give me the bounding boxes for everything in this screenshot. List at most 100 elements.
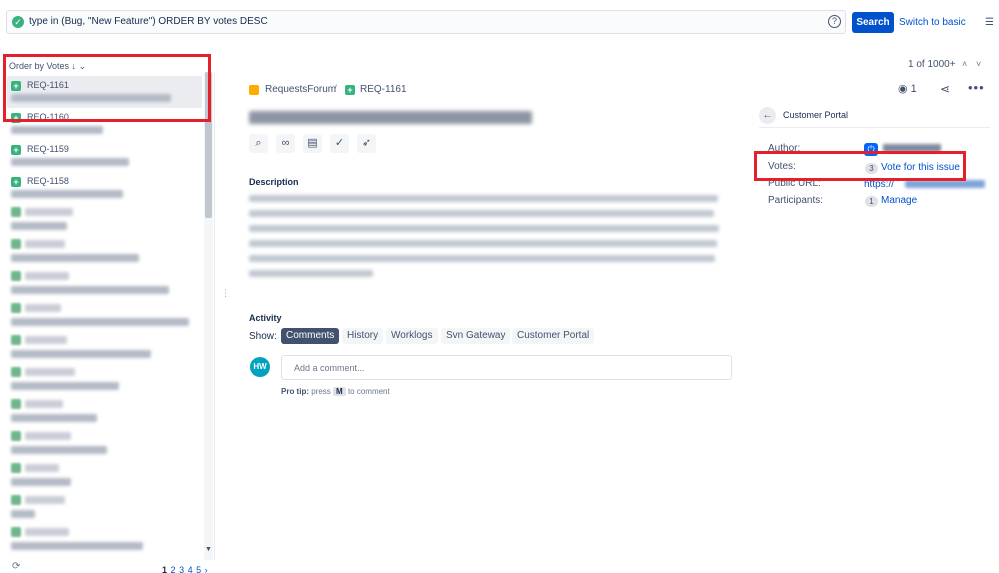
share-icon[interactable]: ⋖ xyxy=(940,82,950,96)
jql-search-bar[interactable]: ✓ type in (Bug, "New Feature") ORDER BY … xyxy=(6,10,846,34)
list-item[interactable] xyxy=(7,492,202,524)
tab-worklogs[interactable]: Worklogs xyxy=(386,328,438,344)
back-arrow-icon[interactable]: ← xyxy=(759,107,776,124)
redacted-key xyxy=(25,464,59,472)
page-link[interactable]: 5 xyxy=(196,565,201,573)
checklist-icon[interactable]: ✓ xyxy=(330,134,349,153)
breadcrumb-issue-key[interactable]: REQ-1161 xyxy=(360,84,407,95)
panel-resize-handle[interactable]: ⋮ xyxy=(221,288,230,299)
issue-position: 1 of 1000+ xyxy=(908,59,956,70)
tab-svn-gateway[interactable]: Svn Gateway xyxy=(441,328,511,344)
redacted-line xyxy=(249,240,717,247)
next-page-link[interactable]: › xyxy=(205,565,208,573)
divider xyxy=(759,127,990,128)
pro-tip-label: Pro tip: xyxy=(281,387,309,396)
link-icon[interactable]: ∞ xyxy=(276,134,295,153)
page-link[interactable]: 2 xyxy=(171,565,176,573)
attachment-icon[interactable]: ⌕ xyxy=(249,134,268,153)
page-link[interactable]: 1 xyxy=(162,565,167,573)
highlight-box xyxy=(3,54,211,122)
watch-button[interactable]: ◉ 1 xyxy=(898,82,917,95)
next-issue-icon[interactable]: ˅ xyxy=(976,59,981,69)
breadcrumb-separator: / xyxy=(334,84,337,95)
pro-tip-text: press xyxy=(311,387,331,396)
activity-show-label: Show: xyxy=(249,331,277,342)
list-item[interactable] xyxy=(7,428,202,460)
redacted-icon xyxy=(11,207,21,217)
more-actions-icon[interactable]: ••• xyxy=(968,80,985,95)
issue-key: REQ-1158 xyxy=(27,176,69,186)
shortcut-key: M xyxy=(333,387,346,396)
list-item[interactable] xyxy=(7,332,202,364)
breadcrumb-project[interactable]: RequestsForum xyxy=(265,84,336,95)
list-view-icon[interactable]: ☰ xyxy=(985,17,994,28)
list-item[interactable]: + REQ-1159 xyxy=(7,140,202,172)
app-action-icon[interactable]: ➶ xyxy=(357,134,376,153)
redacted-summary xyxy=(11,542,143,550)
redacted-key xyxy=(25,528,69,536)
redacted-icon xyxy=(11,495,21,505)
story-icon: + xyxy=(11,145,21,155)
redacted-key xyxy=(25,336,67,344)
eye-icon: ◉ xyxy=(898,83,908,95)
highlight-box xyxy=(754,151,966,181)
previous-issue-icon[interactable]: ˄ xyxy=(962,59,967,69)
redacted-summary xyxy=(11,350,151,358)
list-item[interactable] xyxy=(7,364,202,396)
help-icon[interactable]: ? xyxy=(828,15,841,28)
description-heading: Description xyxy=(249,177,299,187)
list-item[interactable] xyxy=(7,396,202,428)
side-panel-title: Customer Portal xyxy=(783,110,849,120)
redacted-icon xyxy=(11,239,21,249)
switch-to-basic-link[interactable]: Switch to basic xyxy=(899,17,966,28)
redacted-summary xyxy=(11,158,129,166)
redacted-key xyxy=(25,400,63,408)
redacted-icon xyxy=(11,431,21,441)
redacted-summary xyxy=(11,254,139,262)
redacted-line xyxy=(249,270,373,277)
redacted-key xyxy=(25,368,75,376)
list-item[interactable] xyxy=(7,236,202,268)
redacted-summary xyxy=(11,414,97,422)
manage-participants-link[interactable]: Manage xyxy=(881,195,917,206)
redacted-summary xyxy=(11,190,123,198)
redacted-line xyxy=(249,255,715,262)
project-avatar-icon xyxy=(249,85,259,95)
search-button[interactable]: Search xyxy=(852,12,894,33)
story-icon: + xyxy=(345,85,355,95)
redacted-key xyxy=(25,272,69,280)
list-item[interactable] xyxy=(7,204,202,236)
redacted-summary xyxy=(11,478,71,486)
redacted-icon xyxy=(11,367,21,377)
tab-comments[interactable]: Comments xyxy=(281,328,340,344)
jql-query-text[interactable]: type in (Bug, "New Feature") ORDER BY vo… xyxy=(29,16,268,27)
list-scrollbar[interactable] xyxy=(204,72,213,560)
redacted-url xyxy=(905,180,985,188)
page-link[interactable]: 3 xyxy=(179,565,184,573)
redacted-icon xyxy=(11,303,21,313)
redacted-icon xyxy=(11,463,21,473)
redacted-key xyxy=(25,304,61,312)
list-item[interactable] xyxy=(7,268,202,300)
tab-history[interactable]: History xyxy=(342,328,384,344)
watch-count: 1 xyxy=(910,83,917,95)
activity-heading: Activity xyxy=(249,313,282,323)
scroll-down-arrow-icon[interactable]: ▼ xyxy=(205,546,212,553)
refresh-icon[interactable]: ⟳ xyxy=(12,561,20,572)
redacted-icon xyxy=(11,399,21,409)
tab-customer-portal[interactable]: Customer Portal xyxy=(512,328,595,344)
list-item[interactable] xyxy=(7,460,202,492)
list-item[interactable]: + REQ-1158 xyxy=(7,172,202,204)
redacted-line xyxy=(249,225,719,232)
list-item[interactable] xyxy=(7,300,202,332)
story-icon: + xyxy=(11,177,21,187)
list-item[interactable] xyxy=(7,524,202,556)
redacted-line xyxy=(249,195,718,202)
document-icon[interactable]: ▤ xyxy=(303,134,322,153)
page-link[interactable]: 4 xyxy=(188,565,193,573)
redacted-key xyxy=(25,432,71,440)
redacted-key xyxy=(25,240,65,248)
redacted-summary xyxy=(11,222,67,230)
redacted-summary xyxy=(11,382,119,390)
comment-input[interactable] xyxy=(281,355,732,380)
